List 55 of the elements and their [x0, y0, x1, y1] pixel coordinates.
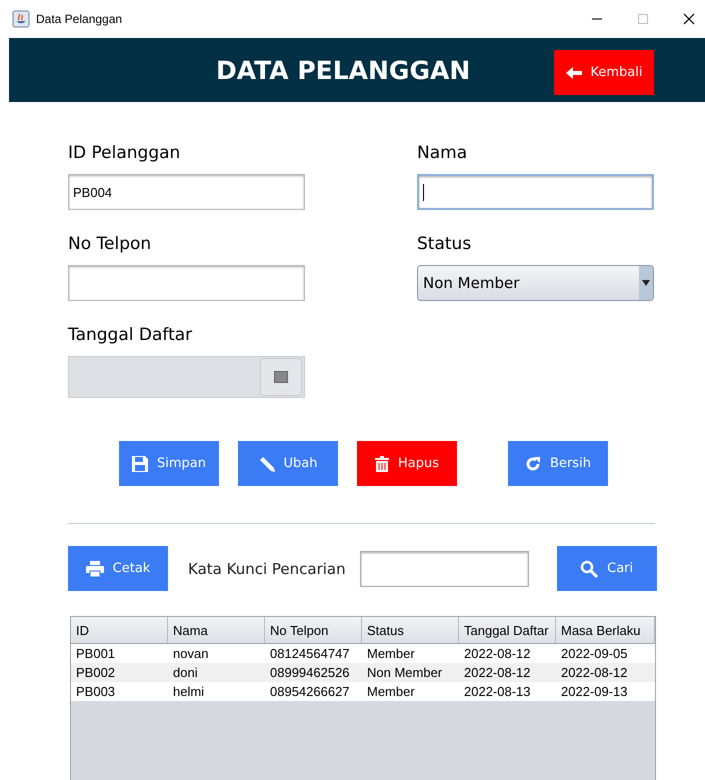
page-title: DATA PELANGGAN [216, 56, 470, 84]
pencil-icon [258, 456, 274, 472]
field-label: Tanggal Daftar [68, 325, 194, 347]
phone-field[interactable] [68, 265, 305, 301]
maximize-icon[interactable] [637, 13, 649, 25]
refresh-icon [525, 456, 542, 472]
table-cell-text: novan [172, 645, 210, 663]
table-cell-text: 2022-09-13 [560, 683, 628, 701]
search-field[interactable] [360, 550, 529, 586]
search-icon [580, 560, 598, 578]
table-cell-text: Member [366, 683, 416, 701]
save-icon [132, 456, 148, 472]
search-button[interactable]: Cari [556, 546, 657, 591]
table-cell-text: 2022-08-13 [463, 683, 532, 701]
field-label: ID Pelanggan [68, 143, 182, 165]
table-cell-text: doni [172, 664, 199, 682]
table-cell-text: PB001 [75, 645, 116, 663]
action-button[interactable]: Bersih [508, 441, 608, 486]
field-label: Nama [417, 143, 468, 165]
field-label: Status [417, 234, 472, 256]
column-header[interactable]: Nama [168, 617, 265, 643]
table-cell-text: 2022-08-12 [463, 664, 532, 682]
column-header[interactable]: Masa Berlaku [556, 617, 655, 643]
java-app-icon [12, 10, 30, 28]
column-header[interactable]: ID [71, 617, 168, 643]
table-cell-text: 2022-08-12 [560, 664, 628, 682]
column-header[interactable]: Tanggal Daftar [459, 617, 556, 643]
table-cell-text: 2022-08-12 [463, 645, 532, 663]
action-button[interactable]: Ubah [238, 441, 338, 486]
table-cell-text: 08999462526 [269, 664, 351, 682]
table-cell-text: Non Member [366, 664, 444, 682]
print-button[interactable]: Cetak [68, 546, 168, 591]
printer-icon [86, 560, 104, 576]
dropdown-arrow-icon [642, 280, 650, 286]
status-dropdown[interactable]: Non Member [417, 265, 654, 301]
table-cell-text: PB003 [75, 683, 116, 701]
close-icon[interactable] [683, 13, 695, 25]
table-cell-text: helmi [172, 683, 206, 701]
trash-icon [374, 456, 389, 472]
column-header[interactable]: Status [362, 617, 459, 643]
id-field[interactable]: PB004 [68, 174, 305, 210]
table-cell-text: 08954266627 [269, 683, 351, 701]
action-button[interactable]: Simpan [119, 441, 219, 486]
window-title: Data Pelanggan [36, 12, 122, 26]
table-cell-text: Member [366, 645, 416, 663]
table-cell-text: 08124564747 [269, 645, 351, 663]
table-cell-text: 2022-09-05 [560, 645, 628, 663]
arrow-left-icon [566, 66, 582, 80]
back-button[interactable]: Kembali [554, 50, 654, 95]
table-cell-text: PB002 [75, 664, 116, 682]
column-header[interactable]: No Telpon [265, 617, 362, 643]
field-label: No Telpon [68, 234, 152, 256]
name-field[interactable] [417, 174, 654, 210]
action-button[interactable]: Hapus [357, 441, 457, 486]
search-label: Kata Kunci Pencarian [188, 560, 346, 578]
